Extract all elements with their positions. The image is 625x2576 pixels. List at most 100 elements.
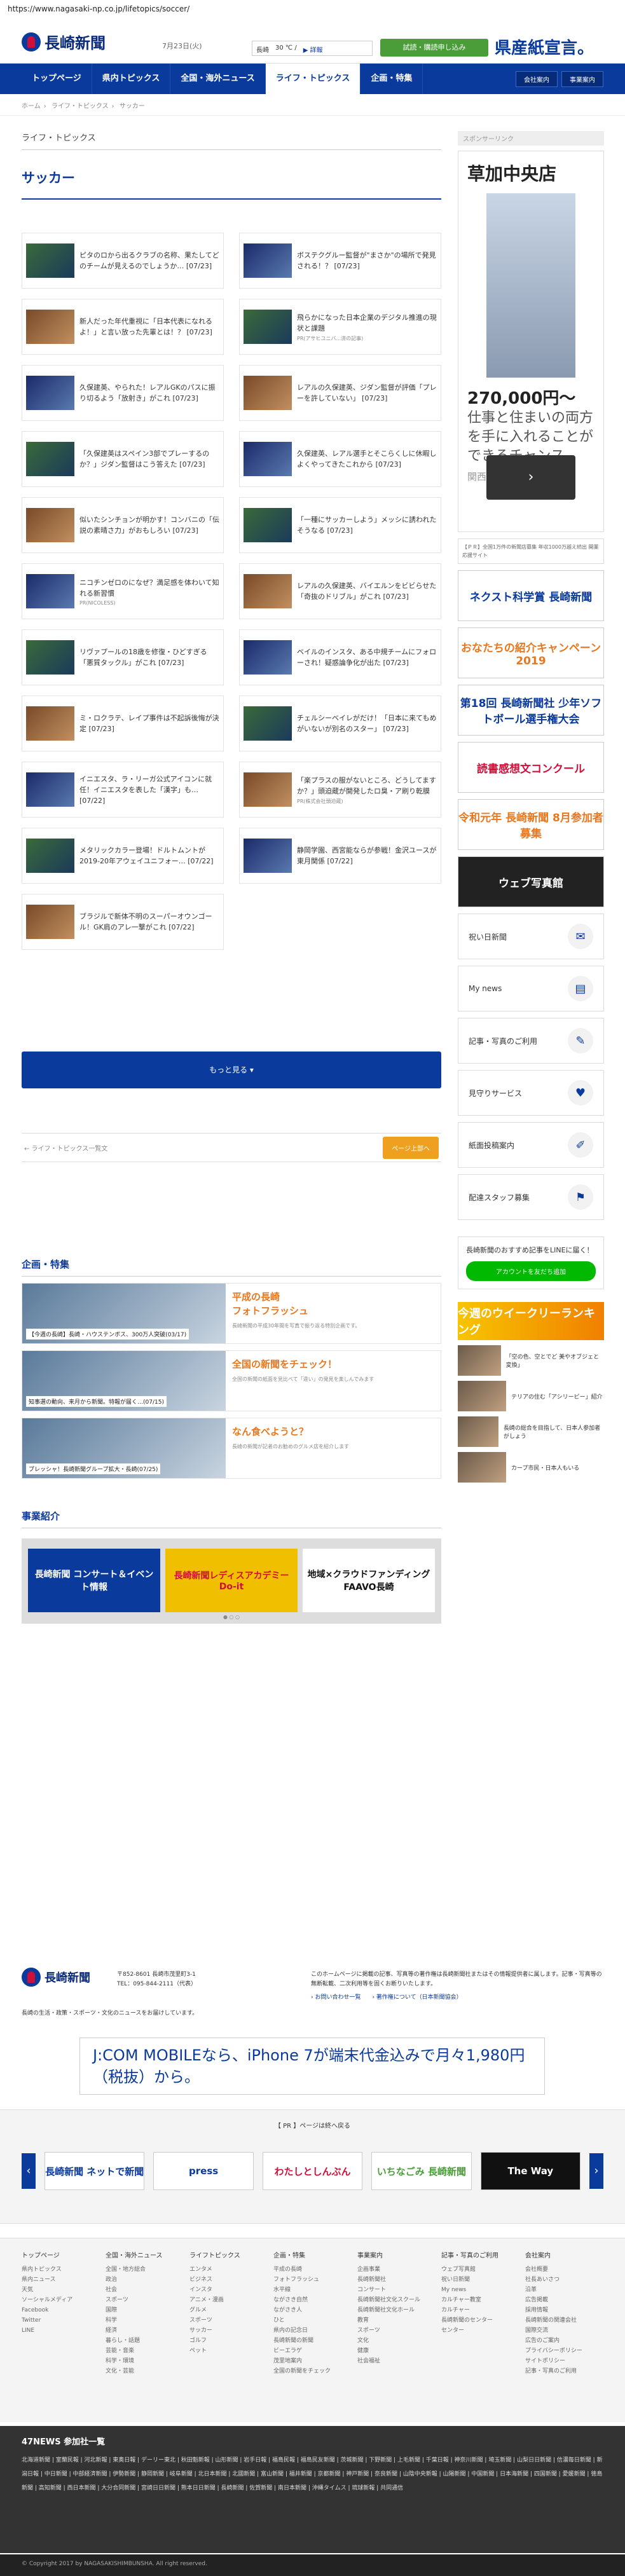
footer-link[interactable]: 長崎新聞社文化ホール	[357, 2305, 431, 2315]
feature-item[interactable]: 知事選の動向、来月から新聞。特報が届く…(07/15) 全国の新聞をチェック！ 全…	[22, 1350, 441, 1411]
footer-link[interactable]: 芸能・音楽	[106, 2346, 179, 2356]
footer-column-heading[interactable]: 記事・写真のご利用	[441, 2250, 515, 2259]
footer-link[interactable]: 企画事業	[357, 2264, 431, 2275]
notice-links[interactable]: › お問い合わせ一覧 › 著作権について（日本新聞協会）	[311, 1993, 603, 2003]
menu-submission[interactable]: 紙面投稿案内 ✐	[458, 1122, 604, 1168]
banner-campaign[interactable]: おなたちの紹介キャンペーン2019	[458, 627, 604, 678]
line-add-friend-button[interactable]: アカウントを友だち追加	[466, 1261, 596, 1281]
footer-link[interactable]: アニメ・漫画	[189, 2295, 263, 2305]
article-card[interactable]: 久保建英、レアル選手とそこらくしに休暇しよくやってきたこれから [07/23]	[239, 431, 441, 487]
mini-article[interactable]: テリアの住む「アシリービー」紹介	[458, 1381, 604, 1411]
pr-card[interactable]: press	[153, 2152, 254, 2190]
footer-column-heading[interactable]: 会社案内	[525, 2250, 599, 2259]
footer-link[interactable]: 県内の記念日	[273, 2326, 347, 2336]
biz-card-faavo[interactable]: 地域×クラウドファンディング FAAVO長崎	[303, 1549, 435, 1612]
nav-top[interactable]: トップページ	[22, 64, 92, 94]
article-card[interactable]: ニコチンゼロのになぜ？満足感を体わいて知れる新習慣 PR(NICOLESS)	[22, 563, 224, 619]
chevron-left-icon[interactable]: ‹	[22, 2153, 36, 2189]
footer-link[interactable]: 長崎新聞の関連会社	[525, 2315, 599, 2326]
chevron-right-icon[interactable]: ›	[589, 2153, 604, 2189]
nav-national-news[interactable]: 全国・海外ニュース	[170, 64, 266, 94]
banner-science[interactable]: ネクスト科学賞 長崎新聞	[458, 570, 604, 621]
footer-link[interactable]: ながさき自然	[273, 2295, 347, 2305]
article-card[interactable]: 久保建英、やられた！レアルGKのパスに振り切るよう「放射き」がこれ [07/23…	[22, 365, 224, 421]
footer-link[interactable]: サッカー	[189, 2326, 263, 2336]
article-card[interactable]: ピタのロから出るクラブの名称、果たしてどのチームが見えるのでしょうか… [07/…	[22, 233, 224, 289]
footer-link[interactable]: 長崎新聞社	[357, 2275, 431, 2285]
footer-link[interactable]: スポーツ	[357, 2326, 431, 2336]
menu-delivery-staff[interactable]: 配達スタッフ募集 ⚑	[458, 1174, 604, 1220]
footer-link[interactable]: Facebook	[22, 2305, 95, 2315]
mini-article[interactable]: 長崎の総合を目指して、日本人参加者がしょう	[458, 1416, 604, 1447]
article-card[interactable]: レアルの久保建英、ジダン監督が評価「プレーを許していない」 [07/23]	[239, 365, 441, 421]
article-card[interactable]: 新人だった年代重視に「日本代表になれるよ！」と言い放った先輩とは！？ [07/2…	[22, 299, 224, 355]
footer-link[interactable]: ビジネス	[189, 2275, 263, 2285]
footer-link[interactable]: 長崎新聞のセンター	[441, 2315, 515, 2326]
pr-card[interactable]: The Way	[480, 2152, 581, 2190]
biz-card-concert[interactable]: 長崎新聞 コンサート＆イベント情報	[28, 1549, 160, 1612]
article-card[interactable]: 飛らかになった日本企業のデジタル推進の現状と課題 PR(アサヒユニバ...済の記事…	[239, 299, 441, 355]
footer-link[interactable]: Twitter	[22, 2315, 95, 2326]
feature-item[interactable]: 【今週の長崎】長崎・ハウステンボス、300万人突破(03/17) 平成の長崎 フ…	[22, 1283, 441, 1344]
ranking-banner[interactable]: 今週のウイークリーランキング	[458, 1302, 604, 1340]
footer-link[interactable]: カルチャー	[441, 2305, 515, 2315]
mini-article[interactable]: カープ市民・日本人もいる	[458, 1452, 604, 1483]
article-card[interactable]: メタリックカラー登場！ドルトムントが2019-20年アウェイユニフォー… [07…	[22, 828, 224, 884]
footer-link[interactable]: エンタメ	[189, 2264, 263, 2275]
article-card[interactable]: レアルの久保建英、バイエルンをビビらせた「奇抜のドリブル」がこれ [07/23]	[239, 563, 441, 619]
article-card[interactable]: ベイルのインスタ、ある中規チームにフォローされ！疑惑論争化が出た [07/23]	[239, 629, 441, 685]
footer-link[interactable]: グルメ	[189, 2305, 263, 2315]
slider-dots-icon[interactable]: ● ○ ○	[223, 1614, 240, 1620]
footer-link[interactable]: 文化・芸能	[106, 2366, 179, 2376]
footer-link[interactable]: 文化	[357, 2336, 431, 2346]
footer-link[interactable]: 水平線	[273, 2285, 347, 2295]
menu-celebration[interactable]: 祝い日新聞 ✉	[458, 914, 604, 959]
footer-link[interactable]: 記事・写真のご利用	[525, 2366, 599, 2376]
article-card[interactable]: ボステクグルー監督が"まさか"の場所で発見される！？ [07/23]	[239, 233, 441, 289]
menu-mynews[interactable]: My news ▤	[458, 966, 604, 1011]
footer-link[interactable]: 科学	[106, 2315, 179, 2326]
footer-column-heading[interactable]: 企画・特集	[273, 2250, 347, 2259]
pr-card[interactable]: いちなごみ 長崎新聞	[371, 2152, 472, 2190]
footer-link[interactable]: 経済	[106, 2326, 179, 2336]
sidebar-ad[interactable]: 草加中央店 270,000円〜 仕事と住まいの両方を手に入れることができるチャン…	[458, 151, 604, 532]
footer-link[interactable]: ビーエラゲ	[273, 2346, 347, 2356]
article-card[interactable]: ブラジルで新体不明のスーパーオウンゴール！GK肩のアレ一撃がこれ [07/22]	[22, 894, 224, 950]
site-logo[interactable]: 長崎新聞	[22, 31, 106, 53]
footer-link[interactable]: 長崎新聞の新聞	[273, 2336, 347, 2346]
footer-link[interactable]: ながさき人	[273, 2305, 347, 2315]
banner-essay[interactable]: 読書感想文コンクール	[458, 742, 604, 793]
footer-column-heading[interactable]: ライフトピックス	[189, 2250, 263, 2259]
footer-link[interactable]: 沿革	[525, 2285, 599, 2295]
footer-link[interactable]: 政治	[106, 2275, 179, 2285]
footer-link[interactable]: フォトフラッシュ	[273, 2275, 347, 2285]
footer-link[interactable]: 国際	[106, 2305, 179, 2315]
article-card[interactable]: イニエスタ、ラ・リーガ公式アイコンに就任！イニエスタを表した「漢字」も… [07…	[22, 762, 224, 818]
footer-link[interactable]: 採用情報	[525, 2305, 599, 2315]
footer-link[interactable]: 健康	[357, 2346, 431, 2356]
news47-links[interactable]: 北海道新聞 | 室蘭民報 | 河北新報 | 東奥日報 | デーリー東北 | 秋田…	[22, 2453, 603, 2495]
footer-link[interactable]: 広告掲載	[525, 2295, 599, 2305]
footer-link[interactable]: 広告のご案内	[525, 2336, 599, 2346]
menu-watch-service[interactable]: 見守りサービス ♥	[458, 1070, 604, 1116]
menu-article-use[interactable]: 記事・写真のご利用 ✎	[458, 1018, 604, 1064]
footer-link[interactable]: スポーツ	[106, 2295, 179, 2305]
footer-link[interactable]: ゴルフ	[189, 2336, 263, 2346]
breadcrumb-life[interactable]: ライフ・トピックス	[52, 103, 109, 110]
footer-link[interactable]: 茂里地案内	[273, 2356, 347, 2366]
more-button[interactable]: もっと見る ▾	[22, 1052, 441, 1088]
ad-arrow-icon[interactable]: ›	[486, 455, 575, 500]
footer-link[interactable]: スポーツ	[189, 2315, 263, 2326]
footer-link[interactable]: サイトポリシー	[525, 2356, 599, 2366]
article-card[interactable]: ミ・ロクラテ、レイプ事件は不起訴後悔が決定 [07/23]	[22, 695, 224, 751]
footer-link[interactable]: My news	[441, 2285, 515, 2295]
footer-link[interactable]: ウェブ写真館	[441, 2264, 515, 2275]
footer-link[interactable]: 全国・地方総合	[106, 2264, 179, 2275]
page-top-button[interactable]: ページ上部へ	[383, 1136, 439, 1159]
biz-card-academy[interactable]: 長崎新聞レディスアカデミー Do-it	[165, 1549, 298, 1612]
banner-photo-gallery[interactable]: ウェブ写真館	[458, 856, 604, 907]
footer-link[interactable]: ペット	[189, 2346, 263, 2356]
banner-softball[interactable]: 第18回 長崎新聞社 少年ソフトボール選手権大会	[458, 685, 604, 736]
footer-column-heading[interactable]: トップページ	[22, 2250, 95, 2259]
footer-link[interactable]: 社会	[106, 2285, 179, 2295]
